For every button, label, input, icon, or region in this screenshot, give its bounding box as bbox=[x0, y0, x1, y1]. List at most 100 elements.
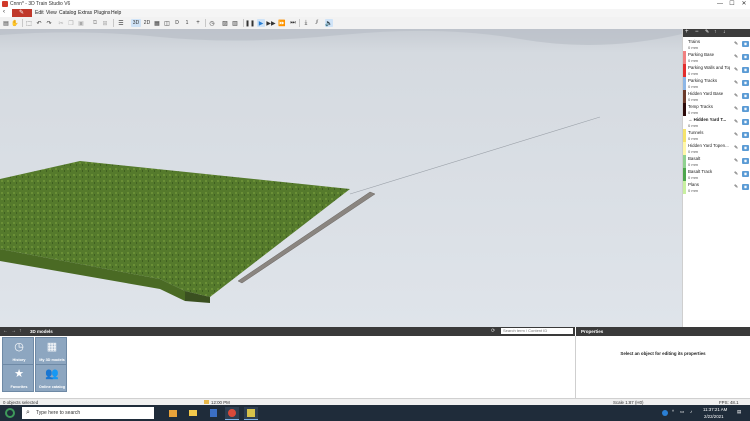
layer-row[interactable]: Parking Tracks 0 mm ✎ ◉ bbox=[683, 77, 750, 90]
visibility-toggle-icon[interactable]: ◉ bbox=[742, 54, 749, 60]
visibility-toggle-icon[interactable]: ◉ bbox=[742, 41, 749, 47]
taskbar-clock-time[interactable]: 11:37:21 AM bbox=[703, 407, 727, 412]
remove-layer-button[interactable]: − bbox=[695, 29, 699, 35]
layer-row[interactable]: Parking Walls and Top 0 mm ✎ ◉ bbox=[683, 64, 750, 77]
3d-viewport[interactable] bbox=[0, 29, 682, 327]
layer-row[interactable]: Basalt 0 mm ✎ ◉ bbox=[683, 155, 750, 168]
calendar-app-button[interactable] bbox=[206, 407, 220, 419]
edit-layer-icon[interactable]: ✎ bbox=[734, 184, 738, 190]
taskbar-clock-date[interactable]: 2/22/2021 bbox=[704, 414, 724, 419]
edit-layer-icon[interactable]: ✎ bbox=[734, 158, 738, 164]
move-up-button[interactable]: ↑ bbox=[714, 29, 717, 35]
mirror-button[interactable]: ⧉ bbox=[91, 19, 99, 27]
save-button[interactable]: ▤ bbox=[2, 19, 10, 27]
menu-edit[interactable]: Edit bbox=[35, 10, 44, 16]
favorites-tile[interactable]: ★ Favorites bbox=[2, 364, 34, 392]
minimize-button[interactable]: — bbox=[716, 1, 724, 8]
task-view-button[interactable] bbox=[166, 407, 180, 419]
undo-button[interactable]: ↶ bbox=[35, 19, 43, 27]
edit-layer-icon[interactable]: ✎ bbox=[734, 171, 738, 177]
visibility-toggle-icon[interactable]: ◉ bbox=[742, 132, 749, 138]
visibility-toggle-icon[interactable]: ◉ bbox=[742, 171, 749, 177]
add-button[interactable]: + bbox=[194, 19, 202, 27]
layer-row[interactable]: Temp Tracks 0 mm ✎ ◉ bbox=[683, 103, 750, 116]
layers-toggle-button[interactable]: ☰ bbox=[117, 19, 125, 27]
visibility-toggle-icon[interactable]: ◉ bbox=[742, 106, 749, 112]
layer-row[interactable]: Parking Base 0 mm ✎ ◉ bbox=[683, 51, 750, 64]
visibility-toggle-icon[interactable]: ◉ bbox=[742, 184, 749, 190]
shield-icon[interactable] bbox=[662, 410, 668, 416]
close-window-button[interactable]: ✕ bbox=[740, 1, 748, 8]
download-button[interactable]: ⤓ bbox=[302, 19, 310, 27]
chevron-up-icon[interactable]: ^ bbox=[672, 409, 674, 414]
file-menu-tab[interactable]: ✎ bbox=[12, 9, 32, 17]
volume-icon[interactable]: ♪ bbox=[690, 409, 692, 414]
refresh-button[interactable]: ⟳ bbox=[491, 328, 495, 334]
faster-button[interactable]: ⏩ bbox=[278, 19, 286, 27]
edit-layer-icon[interactable]: ✎ bbox=[734, 54, 738, 60]
edit-layer-icon[interactable]: ✎ bbox=[734, 119, 738, 125]
clock-button[interactable]: ◷ bbox=[208, 19, 216, 27]
move-down-button[interactable]: ↓ bbox=[723, 29, 726, 35]
back-menu-button[interactable]: ‹ bbox=[0, 9, 12, 17]
file-explorer-button[interactable] bbox=[186, 407, 200, 419]
split-view-button[interactable]: ◫ bbox=[163, 19, 171, 27]
start-button[interactable] bbox=[4, 408, 16, 418]
visibility-toggle-icon[interactable]: ◉ bbox=[742, 119, 749, 125]
library-back-button[interactable]: ← bbox=[3, 328, 8, 334]
grid-view-button[interactable]: ▦ bbox=[153, 19, 161, 27]
menu-plugins[interactable]: Plugins bbox=[94, 10, 110, 16]
pause-button[interactable]: ❚❚ bbox=[245, 19, 255, 27]
track-tool-button[interactable]: ⫽ bbox=[313, 19, 321, 27]
layer-row[interactable]: → Hidden Yard T... 0 mm ✎ ◉ bbox=[683, 116, 750, 129]
redo-button[interactable]: ↷ bbox=[45, 19, 53, 27]
menu-view[interactable]: View bbox=[46, 10, 57, 16]
group-button[interactable]: ⊞ bbox=[101, 19, 109, 27]
layer-row[interactable]: Plans 0 mm ✎ ◉ bbox=[683, 181, 750, 194]
step-label[interactable]: D bbox=[173, 19, 181, 27]
notification-icon[interactable]: ▤ bbox=[737, 409, 741, 415]
edit-layer-icon[interactable]: ✎ bbox=[734, 132, 738, 138]
view-3d-button[interactable]: 3D bbox=[131, 19, 141, 27]
visibility-toggle-icon[interactable]: ◉ bbox=[742, 93, 749, 99]
menu-extras[interactable]: Extras bbox=[78, 10, 92, 16]
skip-end-button[interactable]: ⏭ bbox=[289, 19, 297, 27]
taskbar-search-box[interactable]: ⌕ Type here to search bbox=[22, 407, 154, 419]
library-search-input[interactable] bbox=[501, 328, 573, 334]
edit-layer-icon[interactable]: ✎ bbox=[734, 93, 738, 99]
cut-button[interactable]: ✂ bbox=[57, 19, 65, 27]
menu-catalog[interactable]: Catalog bbox=[59, 10, 76, 16]
copy-button[interactable]: ❐ bbox=[67, 19, 75, 27]
visibility-toggle-icon[interactable]: ◉ bbox=[742, 67, 749, 73]
layer-row[interactable]: Hidden Yard Base 0 mm ✎ ◉ bbox=[683, 90, 750, 103]
edit-layer-icon[interactable]: ✎ bbox=[734, 80, 738, 86]
add-layer-button[interactable]: + bbox=[685, 29, 689, 35]
train-studio-app-button[interactable] bbox=[244, 407, 258, 420]
network-icon[interactable]: ▭ bbox=[680, 409, 684, 415]
chart-button[interactable]: ▥ bbox=[231, 19, 239, 27]
select-tool-button[interactable]: ⬚ bbox=[25, 19, 33, 27]
edit-layer-icon[interactable]: ✎ bbox=[734, 106, 738, 112]
layer-row[interactable]: Tunnels 0 mm ✎ ◉ bbox=[683, 129, 750, 142]
hand-tool-button[interactable]: ✋ bbox=[11, 19, 19, 27]
image-button[interactable]: ▨ bbox=[221, 19, 229, 27]
visibility-toggle-icon[interactable]: ◉ bbox=[742, 158, 749, 164]
play-button[interactable]: ▶ bbox=[257, 19, 265, 27]
layer-row[interactable]: Trains 0 mm ✎ ◉ bbox=[683, 38, 750, 51]
paste-button[interactable]: ▣ bbox=[77, 19, 85, 27]
menu-help[interactable]: Help bbox=[111, 10, 121, 16]
visibility-toggle-icon[interactable]: ◉ bbox=[742, 80, 749, 86]
edit-layer-button[interactable]: ✎ bbox=[705, 29, 709, 35]
history-tile[interactable]: ◷ History bbox=[2, 337, 34, 365]
my-3d-models-tile[interactable]: ▦ My 3D models bbox=[35, 337, 67, 365]
edit-layer-icon[interactable]: ✎ bbox=[734, 41, 738, 47]
edit-layer-icon[interactable]: ✎ bbox=[734, 145, 738, 151]
view-2d-button[interactable]: 2D bbox=[142, 19, 152, 27]
edit-layer-icon[interactable]: ✎ bbox=[734, 67, 738, 73]
maximize-button[interactable]: ☐ bbox=[728, 1, 736, 8]
layer-row[interactable]: Basalt Track 0 mm ✎ ◉ bbox=[683, 168, 750, 181]
layer-row[interactable]: Hidden Yard Topen... 0 mm ✎ ◉ bbox=[683, 142, 750, 155]
library-forward-button[interactable]: → bbox=[11, 328, 16, 334]
browser-app-button[interactable] bbox=[225, 407, 239, 420]
library-up-button[interactable]: ↑ bbox=[19, 328, 22, 334]
